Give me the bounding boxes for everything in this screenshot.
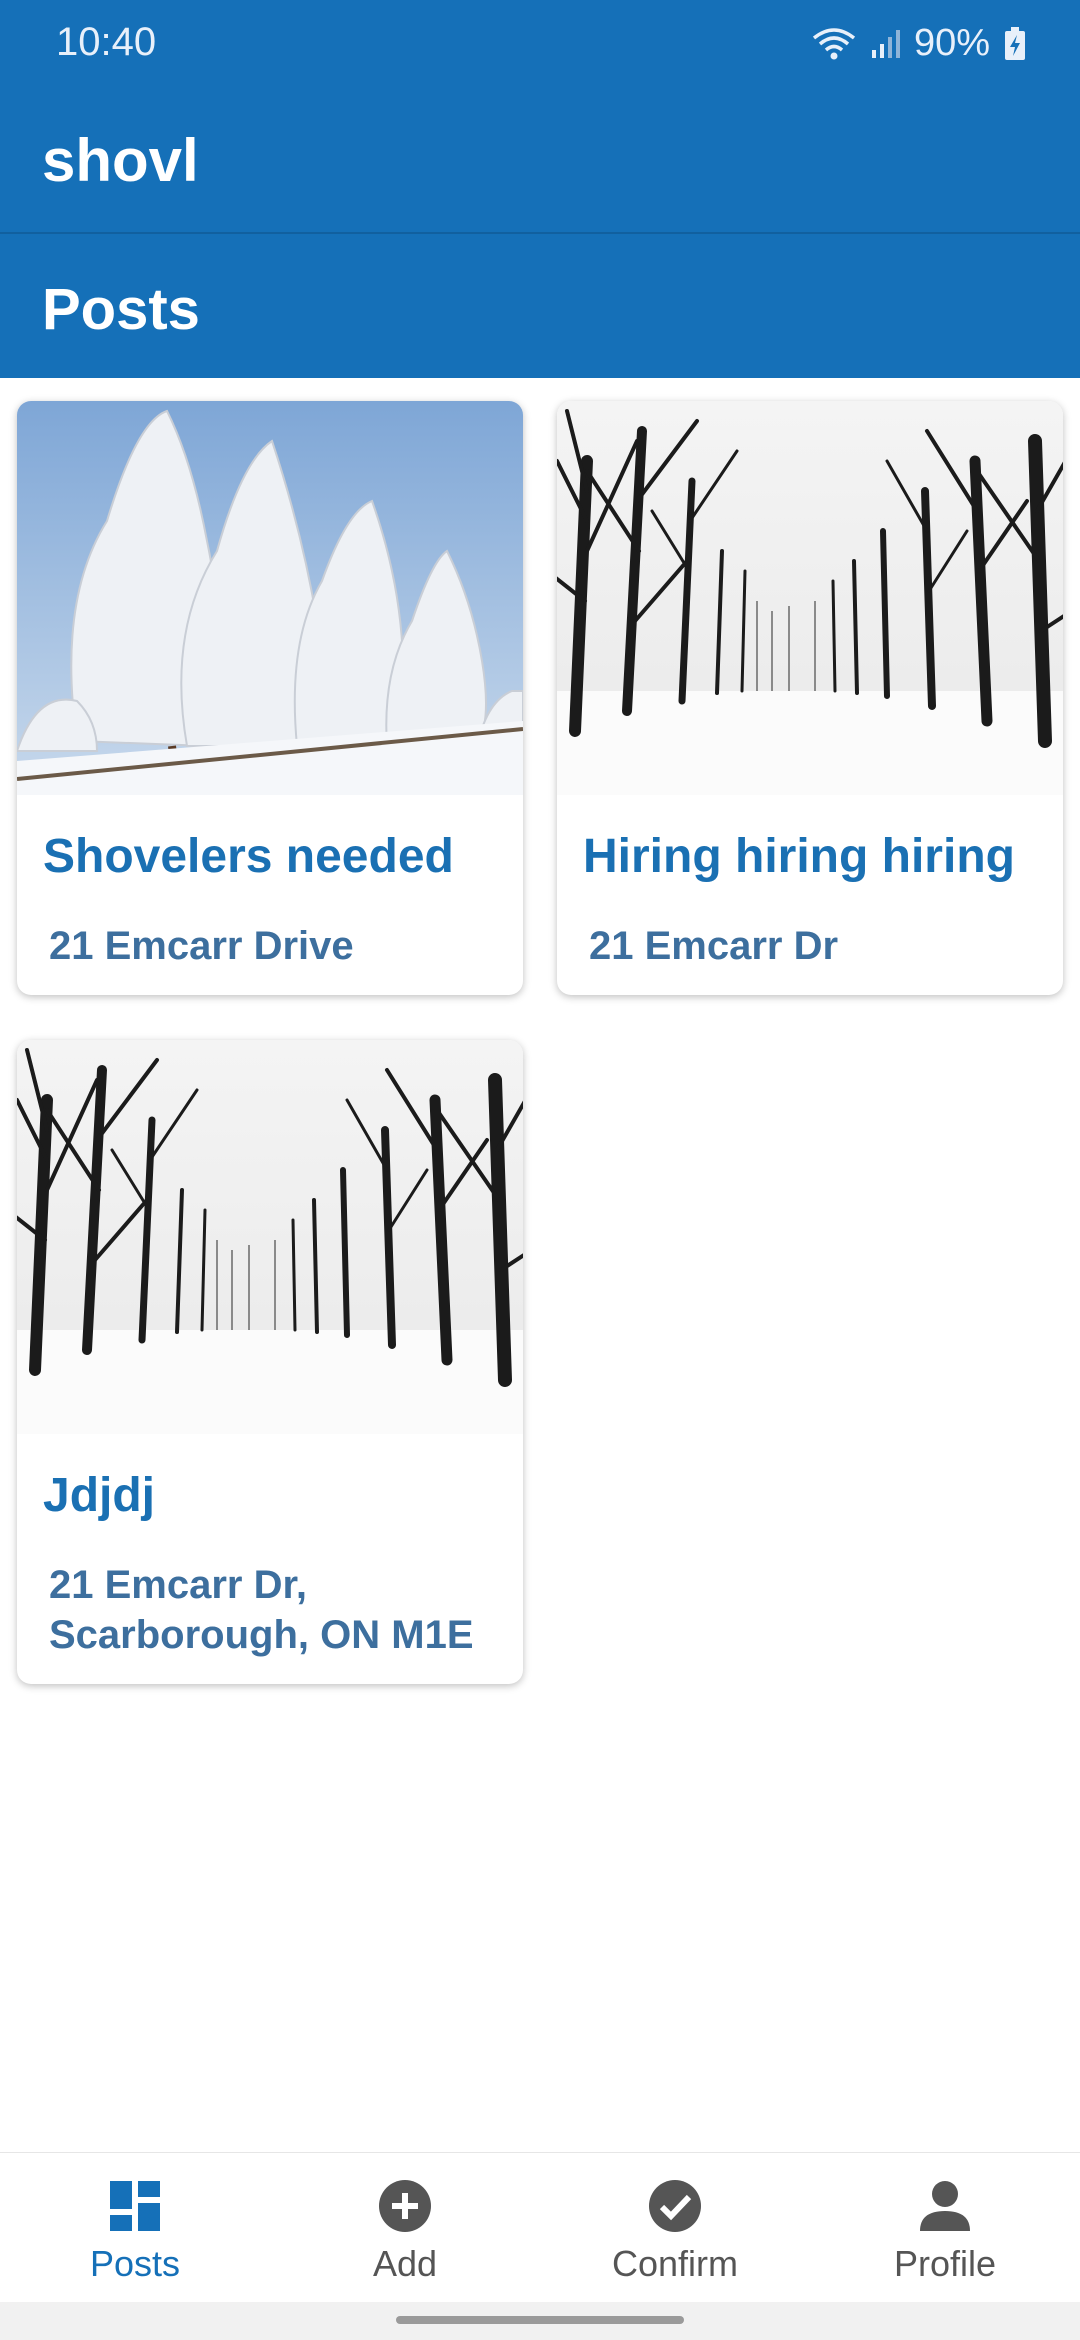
nav-label: Confirm [611,2243,739,2284]
nav-label: Profile [893,2243,997,2284]
battery-charging-icon [1004,26,1026,61]
person-icon [918,2179,972,2233]
post-card[interactable]: Shovelers needed 21 Emcarr Drive [17,401,523,995]
nav-posts[interactable]: Posts [0,2153,270,2303]
post-card[interactable]: Jdjdj 21 Emcarr Dr, Scarborough, ON M1E [17,1040,523,1684]
bottom-navigation: Posts Add Confirm Profile [0,2152,1080,2302]
post-title: Jdjdj [43,1469,156,1522]
dashboard-icon [108,2179,162,2233]
post-title: Hiring hiring hiring [583,830,1015,883]
post-image-frosted-trees [17,401,523,795]
signal-icon [870,28,900,60]
nav-confirm[interactable]: Confirm [540,2153,810,2303]
post-address: 21 Emcarr Drive [49,924,354,968]
post-address: 21 Emcarr Dr [589,924,839,968]
status-icons: 90% [812,22,1026,65]
section-title: Posts [42,277,200,342]
nav-label: Add [372,2243,438,2284]
status-time: 10:40 [56,20,157,64]
check-circle-icon [648,2179,702,2233]
post-card[interactable]: Hiring hiring hiring 21 Emcarr Dr [557,401,1063,995]
add-circle-icon [378,2179,432,2233]
gesture-bar [0,2302,1080,2340]
nav-label: Posts [89,2243,181,2284]
battery-percent: 90% [913,22,990,64]
section-header: Posts [0,232,1080,378]
nav-add[interactable]: Add [270,2153,540,2303]
status-bar: 10:40 90% [0,0,1080,88]
post-image-snowy-avenue [17,1040,523,1434]
home-indicator[interactable] [396,2316,684,2324]
app-bar: shovl [0,88,1080,232]
wifi-icon [812,26,856,62]
app-title: shovl [42,127,199,194]
post-title: Shovelers needed [43,830,454,883]
nav-profile[interactable]: Profile [810,2153,1080,2303]
post-address: 21 Emcarr Dr, Scarborough, ON M1E [49,1563,474,1657]
post-image-snowy-avenue [557,401,1063,795]
